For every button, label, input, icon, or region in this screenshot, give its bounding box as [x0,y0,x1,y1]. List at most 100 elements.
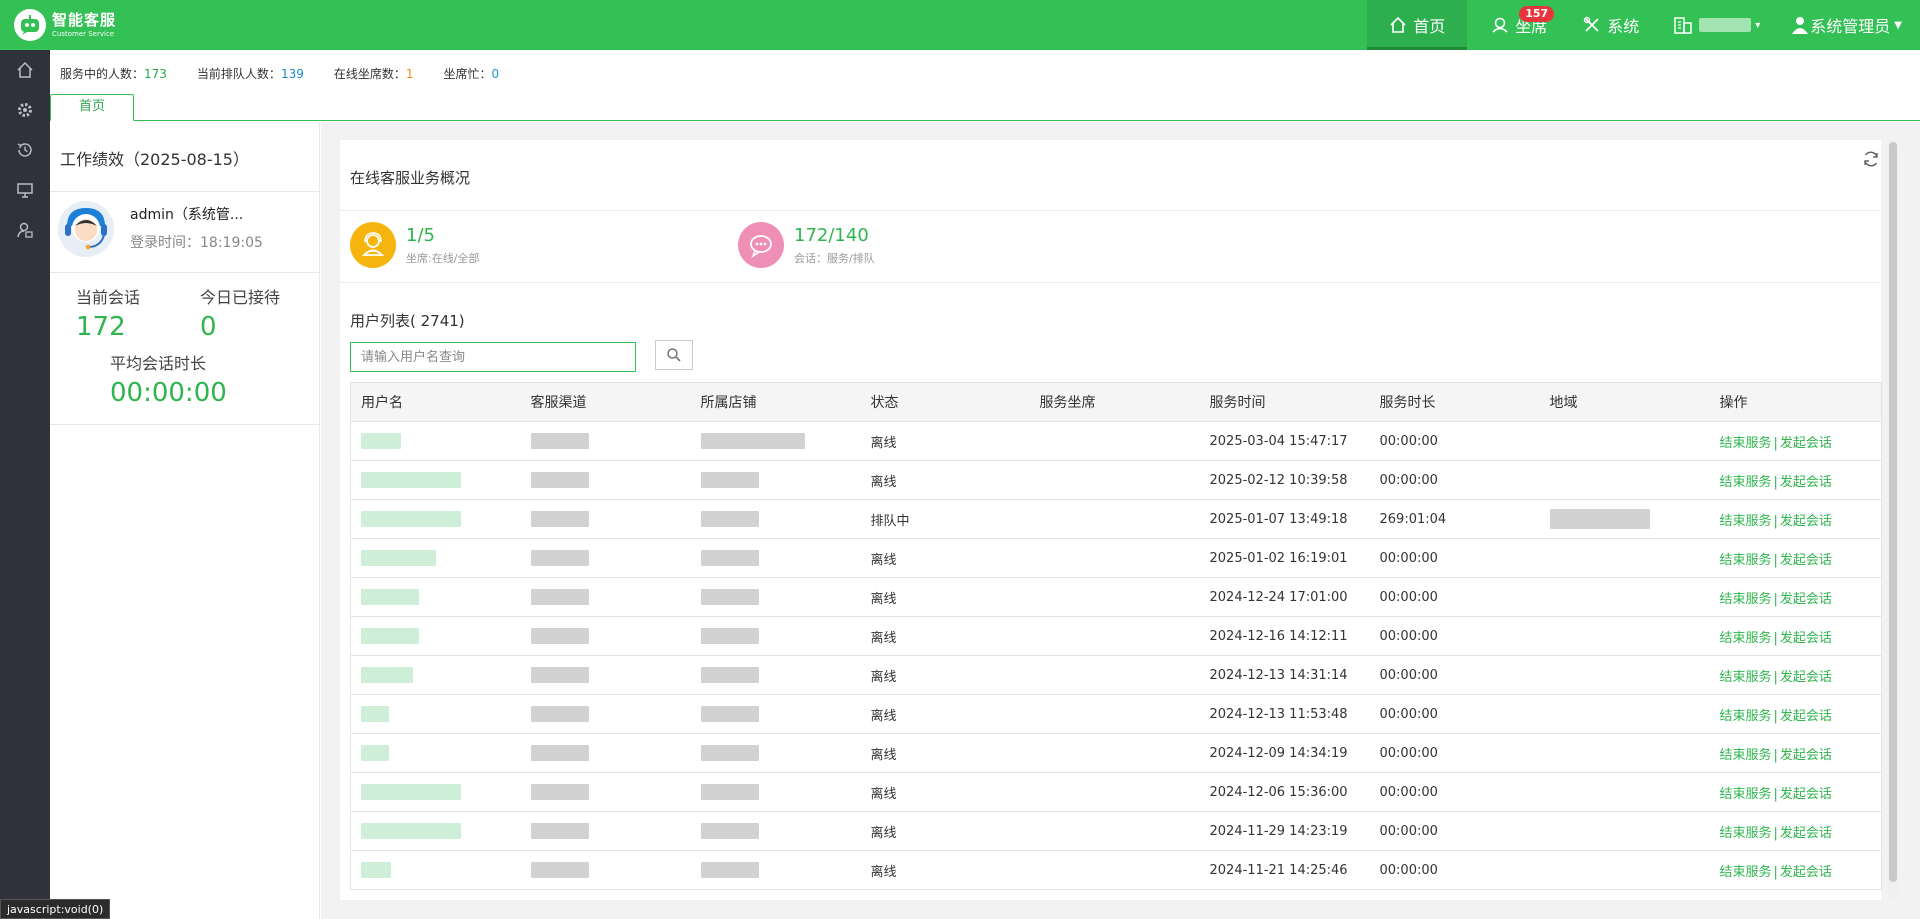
cell-store [690,694,861,734]
end-service-link[interactable]: 结束服务 [1720,436,1772,451]
cell-agent [1029,421,1200,461]
received-today-value: 0 [200,312,217,342]
table-row: 离线 2025-03-04 15:47:17 00:00:00 结束服务 | 发起会话 [350,421,1882,461]
stat-serving: 服务中的人数：173 [60,65,167,82]
start-chat-link[interactable]: 发起会话 [1780,787,1832,802]
end-service-link[interactable]: 结束服务 [1720,592,1772,607]
start-chat-link[interactable]: 发起会话 [1780,514,1832,529]
cell-service-time: 2024-12-13 14:31:14 [1199,655,1370,695]
stat-online-value: 1 [405,67,414,81]
redacted-store [700,706,759,722]
username-search-input[interactable] [350,342,636,372]
nav-system[interactable]: 系统 [1565,0,1657,50]
monitor-icon [17,183,33,198]
end-service-link[interactable]: 结束服务 [1720,709,1772,724]
organization-name-redacted [1699,18,1752,32]
start-chat-link[interactable]: 发起会话 [1780,748,1832,763]
cell-agent [1029,733,1200,773]
nav-user-menu[interactable]: 系统管理员 ▼ [1776,0,1920,50]
action-separator: | [1773,591,1778,607]
cell-duration: 269:01:04 [1369,499,1540,539]
cell-agent [1029,577,1200,617]
rail-settings[interactable] [0,90,50,130]
start-chat-link[interactable]: 发起会话 [1780,475,1832,490]
cell-agent [1029,499,1200,539]
cell-actions: 结束服务 | 发起会话 [1709,577,1882,617]
start-chat-link[interactable]: 发起会话 [1780,553,1832,568]
user-list-title: 用户列表( 2741) [350,312,465,330]
action-separator: | [1773,435,1778,451]
search-button[interactable] [655,340,693,370]
start-chat-link[interactable]: 发起会话 [1780,709,1832,724]
home-icon [1389,16,1407,34]
tab-home[interactable]: 首页 [50,94,134,121]
nav-home-label: 首页 [1413,17,1446,36]
rail-monitor[interactable] [0,170,50,210]
refresh-icon[interactable] [1862,150,1880,172]
nav-home[interactable]: 首页 [1367,0,1468,50]
redacted-store [700,550,759,566]
cell-region [1539,811,1710,851]
cell-store [690,811,861,851]
cell-service-time: 2024-12-16 14:12:11 [1199,616,1370,656]
cell-actions: 结束服务 | 发起会话 [1709,733,1882,773]
start-chat-link[interactable]: 发起会话 [1780,670,1832,685]
cell-status: 离线 [860,421,1030,461]
cell-username [350,460,521,500]
cell-duration: 00:00:00 [1369,694,1540,734]
cell-service-time: 2024-12-06 15:36:00 [1199,772,1370,812]
start-chat-link[interactable]: 发起会话 [1780,865,1832,880]
table-row: 离线 2025-02-12 10:39:58 00:00:00 结束服务 | 发起会话 [350,460,1882,500]
end-service-link[interactable]: 结束服务 [1720,631,1772,646]
top-bar: 智能客服 Customer Service 首页 坐席 157 系统 ▾ 系统管… [0,0,1920,50]
cell-actions: 结束服务 | 发起会话 [1709,850,1882,890]
redacted-channel [530,472,589,488]
cell-username [350,850,521,890]
end-service-link[interactable]: 结束服务 [1720,475,1772,490]
col-store: 所属店铺 [690,382,861,422]
nav-organization[interactable]: ▾ [1657,0,1776,50]
end-service-link[interactable]: 结束服务 [1720,865,1772,880]
cell-service-time: 2024-12-13 11:53:48 [1199,694,1370,734]
end-service-link[interactable]: 结束服务 [1720,748,1772,763]
stat-serving-value: 173 [144,67,167,81]
end-service-link[interactable]: 结束服务 [1720,826,1772,841]
cell-store [690,850,861,890]
top-nav: 首页 坐席 157 系统 ▾ 系统管理员 ▼ [1367,0,1920,50]
chevron-down-icon: ▾ [1755,19,1761,31]
end-service-link[interactable]: 结束服务 [1720,670,1772,685]
cell-duration: 00:00:00 [1369,655,1540,695]
start-chat-link[interactable]: 发起会话 [1780,826,1832,841]
cell-username [350,421,521,461]
action-separator: | [1773,708,1778,724]
redacted-username [361,433,401,449]
user-name: admin（系统管... [130,207,244,223]
sessions-value: 172/140 [794,224,869,246]
cell-duration: 00:00:00 [1369,460,1540,500]
rail-home[interactable] [0,50,50,90]
start-chat-link[interactable]: 发起会话 [1780,592,1832,607]
cell-service-time: 2025-01-02 16:19:01 [1199,538,1370,578]
home-icon [17,61,33,78]
stat-serving-label: 服务中的人数： [60,67,145,81]
action-separator: | [1773,552,1778,568]
cell-status: 离线 [860,616,1030,656]
end-service-link[interactable]: 结束服务 [1720,787,1772,802]
cell-store [690,499,861,539]
scrollbar-thumb[interactable] [1889,142,1897,882]
end-service-link[interactable]: 结束服务 [1720,514,1772,529]
redacted-channel [530,667,589,683]
agents-badge: 157 [1519,6,1555,22]
start-chat-link[interactable]: 发起会话 [1780,436,1832,451]
end-service-link[interactable]: 结束服务 [1720,553,1772,568]
rail-user-settings[interactable] [0,210,50,250]
cell-store [690,733,861,773]
rail-history[interactable] [0,130,50,170]
start-chat-link[interactable]: 发起会话 [1780,631,1832,646]
nav-agents[interactable]: 坐席 157 [1467,0,1565,50]
logo[interactable]: 智能客服 Customer Service [14,9,116,41]
table-row: 离线 2024-12-09 14:34:19 00:00:00 结束服务 | 发起会话 [350,733,1882,773]
redacted-username [361,511,461,527]
overview-card: 在线客服业务概况 1/5 坐席:在线/全部 172/140 会话：服务/排队 用… [340,140,1882,900]
cell-agent [1029,811,1200,851]
